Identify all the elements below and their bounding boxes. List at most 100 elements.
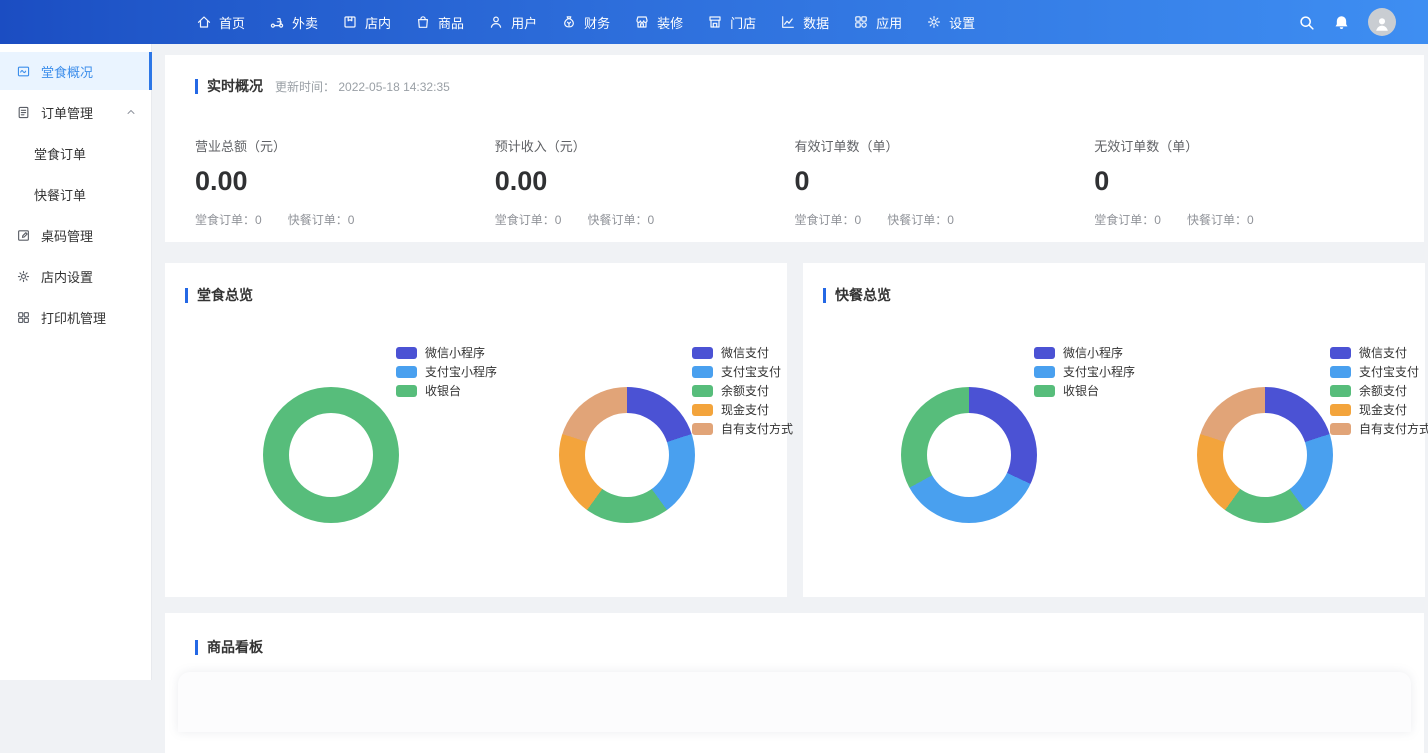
update-time-value: 2022-05-18 14:32:35 bbox=[338, 80, 449, 94]
legend-item[interactable]: 支付宝支付 bbox=[1330, 362, 1428, 381]
sidebar-item-icon bbox=[16, 269, 31, 284]
nav-item[interactable]: 店内 bbox=[330, 0, 403, 44]
legend-label: 自有支付方式 bbox=[1359, 420, 1428, 437]
legend-item[interactable]: 支付宝支付 bbox=[692, 362, 793, 381]
section-title-dinein: 堂食总览 bbox=[185, 288, 253, 303]
nav-item[interactable]: 应用 bbox=[841, 0, 914, 44]
nav-item-label: 店内 bbox=[365, 13, 391, 32]
nav-item[interactable]: 门店 bbox=[695, 0, 768, 44]
nav-item[interactable]: 外卖 bbox=[257, 0, 330, 44]
stat-block: 营业总额（元） 0.00 堂食订单：0 快餐订单：0 bbox=[195, 136, 495, 228]
legend-item[interactable]: 收银台 bbox=[1034, 381, 1135, 400]
legend-label: 支付宝支付 bbox=[721, 363, 781, 380]
chevron-up-icon bbox=[125, 106, 137, 118]
legend-item[interactable]: 余额支付 bbox=[1330, 381, 1428, 400]
nav-item[interactable]: 商品 bbox=[403, 0, 476, 44]
legend-item[interactable]: 微信支付 bbox=[1330, 343, 1428, 362]
sidebar-item-icon bbox=[16, 105, 31, 120]
nav-item-icon bbox=[196, 14, 212, 30]
legend-swatch bbox=[1330, 404, 1351, 416]
sidebar-item-icon bbox=[16, 310, 31, 325]
sidebar-item[interactable]: 快餐订单 bbox=[0, 175, 151, 213]
legend-label: 余额支付 bbox=[721, 382, 769, 399]
sidebar-item[interactable]: 桌码管理 bbox=[0, 216, 151, 254]
stat-label: 营业总额（元） bbox=[195, 136, 495, 155]
legend-swatch bbox=[1330, 423, 1351, 435]
legend-label: 微信小程序 bbox=[1063, 344, 1123, 361]
legend-item[interactable]: 微信小程序 bbox=[396, 343, 497, 362]
chart-legend: 微信小程序支付宝小程序收银台 bbox=[396, 343, 497, 400]
stat-label: 预计收入（元） bbox=[495, 136, 795, 155]
legend-swatch bbox=[1034, 385, 1055, 397]
nav-item-label: 财务 bbox=[584, 13, 610, 32]
section-title-fastfood: 快餐总览 bbox=[823, 288, 891, 303]
main-nav: 首页 外卖 店内 商品 用户 财务 装修 门店 bbox=[184, 0, 987, 44]
legend-item[interactable]: 自有支付方式 bbox=[692, 419, 793, 438]
legend-label: 微信支付 bbox=[1359, 344, 1407, 361]
sidebar-item-icon bbox=[16, 228, 31, 243]
stat-label: 有效订单数（单） bbox=[795, 136, 1095, 155]
sidebar-item-icon bbox=[16, 64, 31, 79]
topbar: 首页 外卖 店内 商品 用户 财务 装修 门店 bbox=[0, 0, 1428, 44]
legend-swatch bbox=[692, 347, 713, 359]
stat-block: 有效订单数（单） 0 堂食订单：0 快餐订单：0 bbox=[795, 136, 1095, 228]
nav-item-label: 外卖 bbox=[292, 13, 318, 32]
sidebar-item[interactable]: 堂食概况 bbox=[0, 52, 151, 90]
person-icon bbox=[1373, 15, 1391, 33]
sidebar-item[interactable]: 订单管理 bbox=[0, 93, 151, 131]
nav-item-icon bbox=[488, 14, 504, 30]
legend-swatch bbox=[692, 385, 713, 397]
nav-item-label: 首页 bbox=[219, 13, 245, 32]
stat-sub-dinein: 堂食订单：0 bbox=[795, 211, 862, 228]
donut-chart-payment-method bbox=[1197, 387, 1333, 523]
legend-item[interactable]: 收银台 bbox=[396, 381, 497, 400]
legend-item[interactable]: 自有支付方式 bbox=[1330, 419, 1428, 438]
section-title-realtime: 实时概况 bbox=[195, 79, 263, 94]
legend-item[interactable]: 支付宝小程序 bbox=[1034, 362, 1135, 381]
legend-swatch bbox=[1330, 385, 1351, 397]
nav-item[interactable]: 设置 bbox=[914, 0, 987, 44]
realtime-overview-card: 实时概况 更新时间： 2022-05-18 14:32:35 营业总额（元） 0… bbox=[165, 55, 1424, 242]
search-icon[interactable] bbox=[1298, 14, 1315, 31]
legend-label: 自有支付方式 bbox=[721, 420, 793, 437]
topbar-right bbox=[1298, 8, 1428, 36]
sidebar-item[interactable]: 店内设置 bbox=[0, 257, 151, 295]
donut-chart-order-source bbox=[263, 387, 399, 523]
nav-item[interactable]: 首页 bbox=[184, 0, 257, 44]
nav-item[interactable]: 财务 bbox=[549, 0, 622, 44]
chart-legend: 微信支付支付宝支付余额支付现金支付自有支付方式 bbox=[692, 343, 793, 438]
sidebar-item[interactable]: 打印机管理 bbox=[0, 298, 151, 336]
stat-sub-fastfood: 快餐订单：0 bbox=[288, 211, 355, 228]
section-title-product-board: 商品看板 bbox=[195, 640, 263, 655]
sidebar-item-label: 快餐订单 bbox=[34, 185, 86, 204]
stat-sub-fastfood: 快餐订单：0 bbox=[887, 211, 954, 228]
product-board-card: 商品看板 bbox=[165, 613, 1424, 753]
legend-item[interactable]: 微信支付 bbox=[692, 343, 793, 362]
bell-icon[interactable] bbox=[1333, 14, 1350, 31]
sidebar-item[interactable]: 堂食订单 bbox=[0, 134, 151, 172]
legend-swatch bbox=[1034, 347, 1055, 359]
avatar[interactable] bbox=[1368, 8, 1396, 36]
legend-item[interactable]: 现金支付 bbox=[692, 400, 793, 419]
nav-item-icon bbox=[561, 14, 577, 30]
stat-sub-dinein: 堂食订单：0 bbox=[195, 211, 262, 228]
nav-item-icon bbox=[269, 14, 285, 30]
nav-item[interactable]: 装修 bbox=[622, 0, 695, 44]
stats-row: 营业总额（元） 0.00 堂食订单：0 快餐订单：0 预计收入（元） 0.00 … bbox=[195, 136, 1394, 228]
legend-item[interactable]: 微信小程序 bbox=[1034, 343, 1135, 362]
stat-block: 预计收入（元） 0.00 堂食订单：0 快餐订单：0 bbox=[495, 136, 795, 228]
nav-item[interactable]: 数据 bbox=[768, 0, 841, 44]
legend-swatch bbox=[692, 366, 713, 378]
fastfood-overview-panel: 快餐总览 微信小程序支付宝小程序收银台 微信支付支付宝支付余额支付现金支付自有支… bbox=[803, 263, 1425, 597]
nav-item-label: 商品 bbox=[438, 13, 464, 32]
legend-item[interactable]: 支付宝小程序 bbox=[396, 362, 497, 381]
legend-item[interactable]: 现金支付 bbox=[1330, 400, 1428, 419]
stat-value: 0 bbox=[1094, 166, 1394, 197]
nav-item-icon bbox=[415, 14, 431, 30]
sidebar-item-label: 店内设置 bbox=[41, 267, 93, 286]
legend-item[interactable]: 余额支付 bbox=[692, 381, 793, 400]
legend-swatch bbox=[692, 423, 713, 435]
nav-item[interactable]: 用户 bbox=[476, 0, 549, 44]
sidebar-item-label: 堂食概况 bbox=[41, 62, 93, 81]
legend-swatch bbox=[396, 385, 417, 397]
